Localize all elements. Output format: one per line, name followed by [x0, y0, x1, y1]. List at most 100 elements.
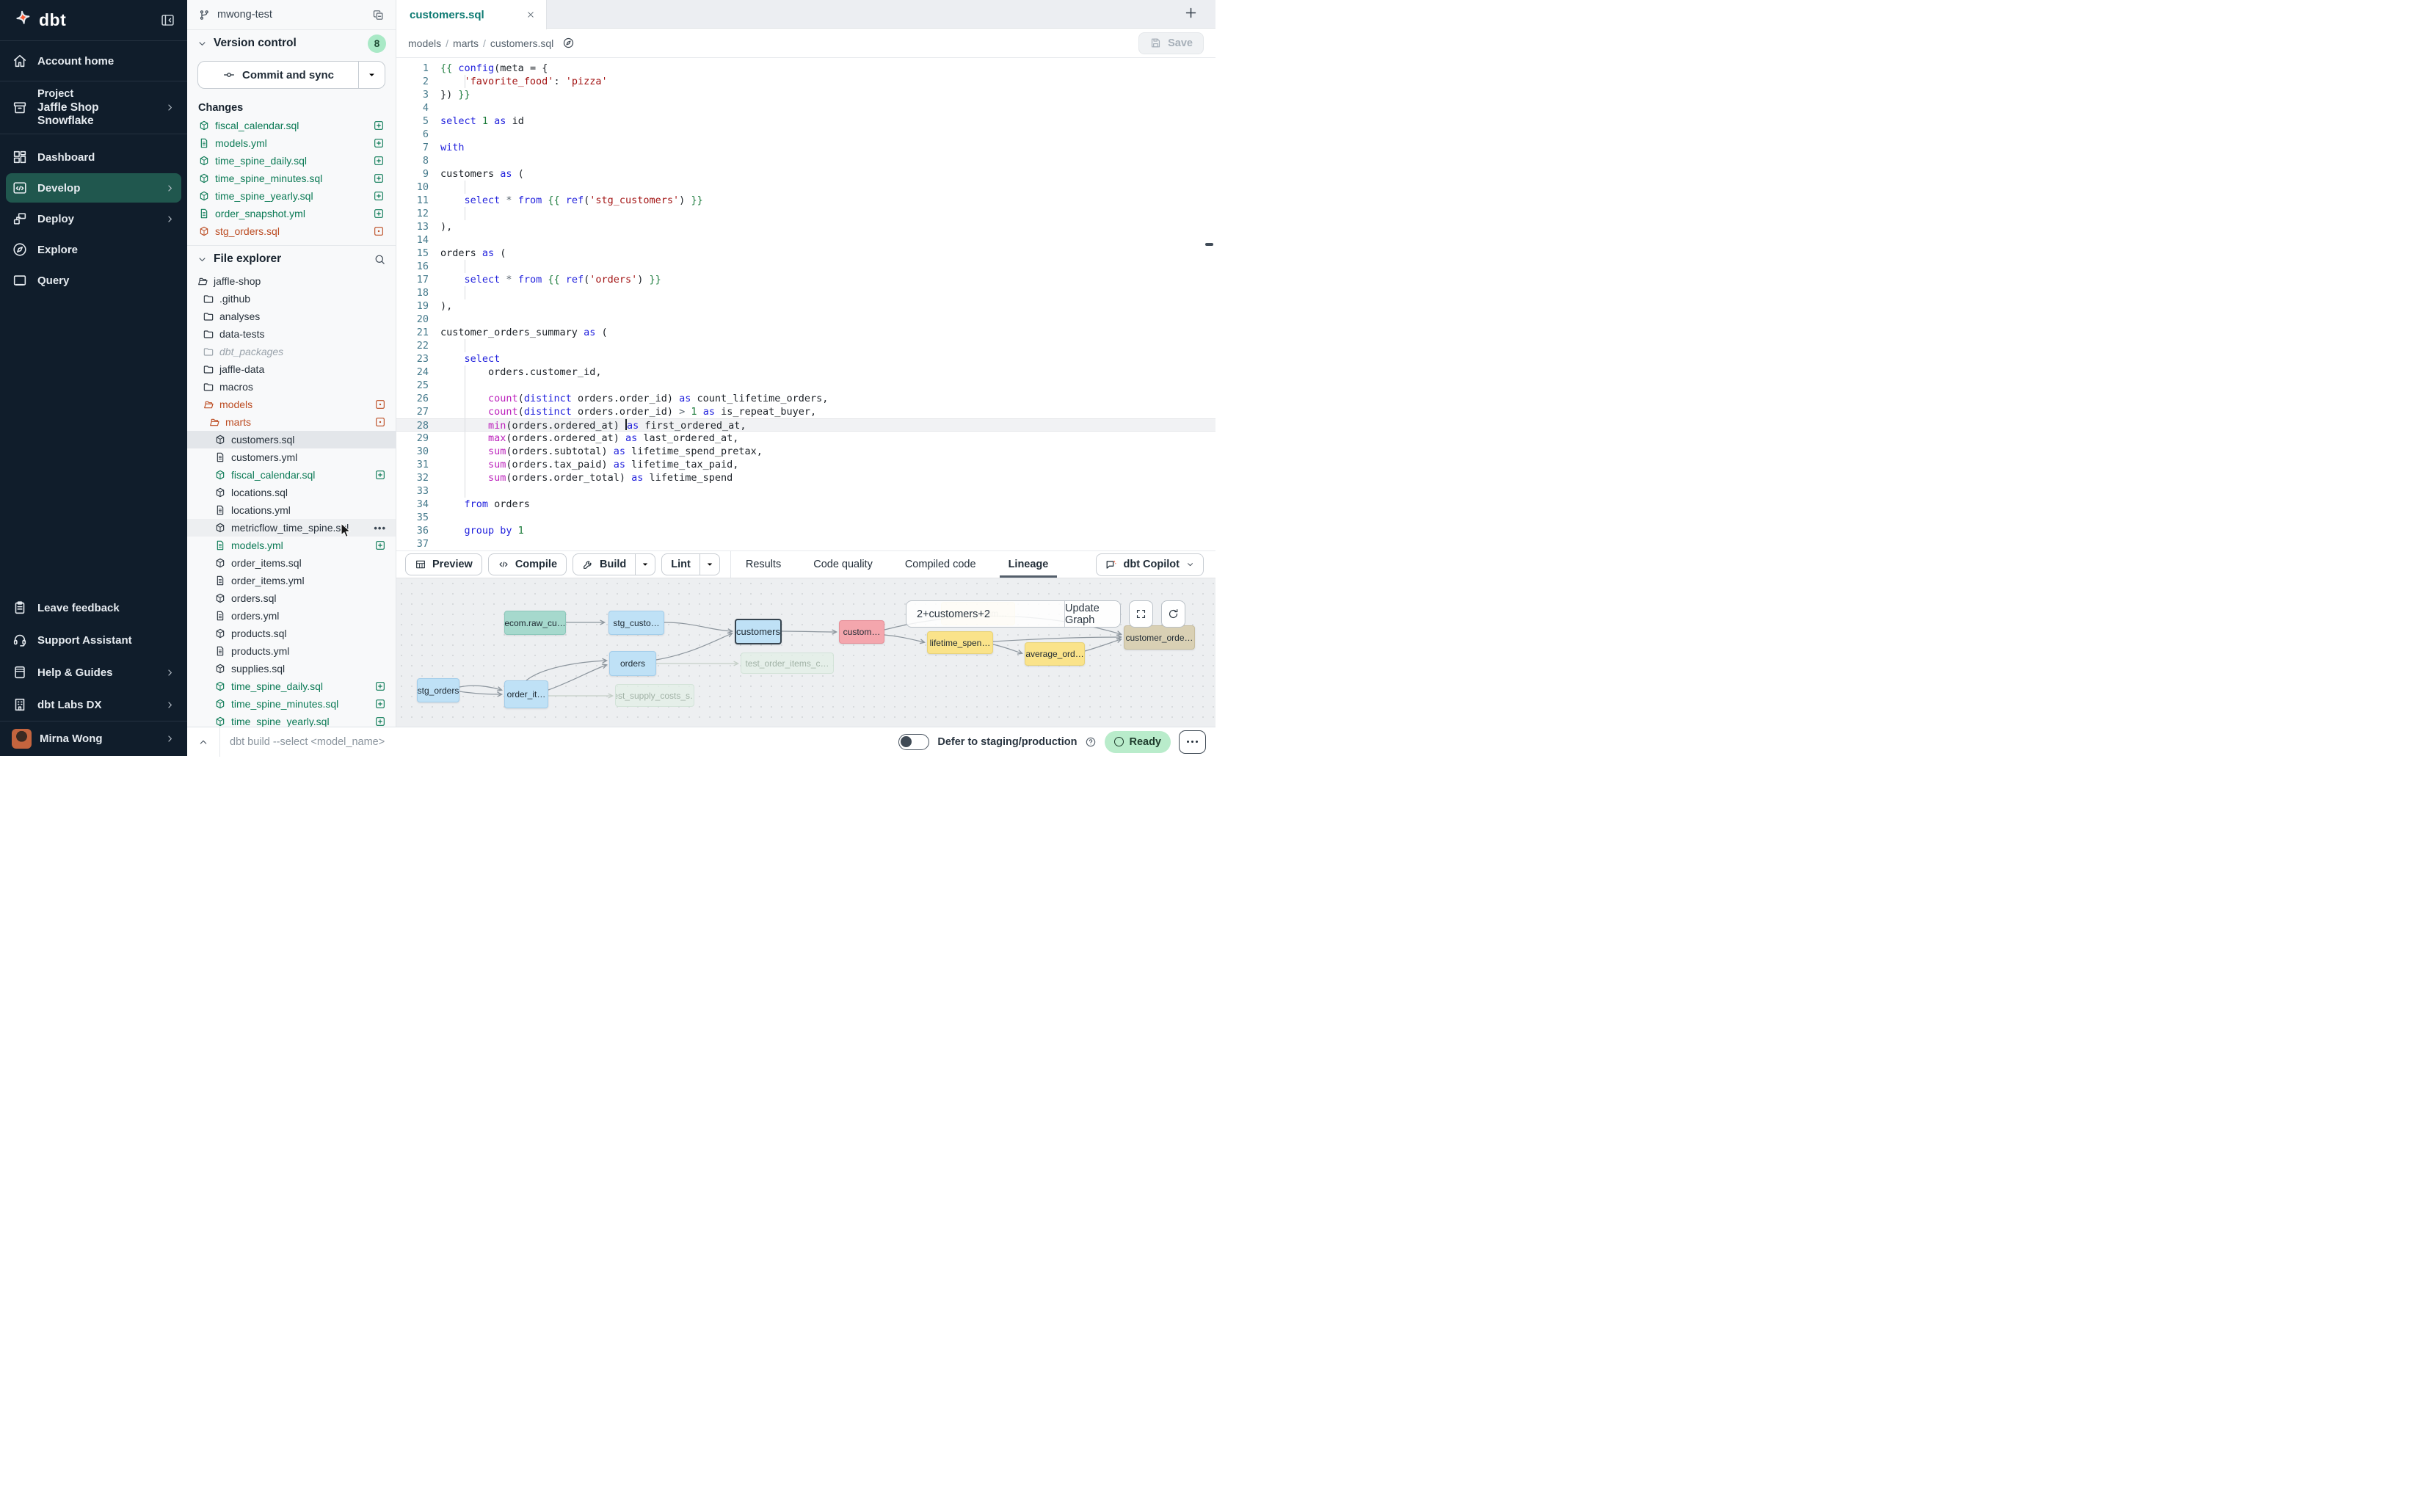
dbt-copilot-button[interactable]: dbt Copilot: [1096, 553, 1204, 576]
plus-square-icon[interactable]: [373, 120, 385, 131]
dot-square-icon[interactable]: [374, 399, 386, 410]
lineage-node-average-ord-[interactable]: average_ord…: [1025, 642, 1085, 666]
sidebar-item-help-guides[interactable]: Help & Guides: [0, 656, 187, 688]
tree-item--github[interactable]: .github: [187, 290, 396, 308]
tree-item-jaffle-shop[interactable]: jaffle-shop: [187, 272, 396, 290]
tree-item-products-sql[interactable]: products.sql: [187, 625, 396, 642]
dot-square-icon[interactable]: [374, 416, 386, 428]
chevron-up-icon[interactable]: [187, 736, 219, 748]
save-button[interactable]: Save: [1138, 32, 1204, 54]
sidebar-collapse-icon[interactable]: [160, 12, 175, 28]
code-editor[interactable]: 1{{ config(meta = {2 'favorite_food': 'p…: [396, 58, 1216, 550]
help-question-icon[interactable]: [1085, 736, 1097, 748]
tab-compiled-code[interactable]: Compiled code: [905, 551, 976, 578]
change-item[interactable]: fiscal_calendar.sql: [187, 117, 396, 134]
tree-item-metricflow-time-spine-sql[interactable]: metricflow_time_spine.sql•••: [187, 519, 396, 537]
tree-item-orders-sql[interactable]: orders.sql: [187, 589, 396, 607]
tab-code-quality[interactable]: Code quality: [813, 551, 873, 578]
lineage-node-order-it-[interactable]: order_it…: [504, 680, 548, 708]
update-graph-button[interactable]: Update Graph: [1064, 601, 1120, 627]
tree-item-macros[interactable]: macros: [187, 378, 396, 396]
file-explorer-header[interactable]: File explorer: [187, 246, 396, 272]
compile-button[interactable]: Compile: [488, 553, 567, 575]
build-options-caret[interactable]: [635, 554, 655, 575]
tree-item-dbt-packages[interactable]: dbt_packages: [187, 343, 396, 360]
tree-item-products-yml[interactable]: products.yml: [187, 642, 396, 660]
plus-square-icon[interactable]: [374, 539, 386, 551]
lineage-node-ecom-raw-cu-[interactable]: ecom.raw_cu…: [504, 611, 566, 635]
tree-item-marts[interactable]: marts: [187, 413, 396, 431]
sidebar-item-deploy[interactable]: Deploy: [0, 204, 187, 233]
commit-and-sync-button[interactable]: Commit and sync: [197, 61, 385, 89]
plus-square-icon[interactable]: [373, 172, 385, 184]
plus-square-icon[interactable]: [373, 155, 385, 167]
tab-lineage[interactable]: Lineage: [1009, 551, 1049, 578]
sidebar-item-leave-feedback[interactable]: Leave feedback: [0, 592, 187, 624]
lineage-node-custom-[interactable]: custom…: [839, 620, 884, 644]
breadcrumb-part[interactable]: marts: [453, 37, 479, 49]
change-item[interactable]: time_spine_daily.sql: [187, 152, 396, 170]
new-tab-button[interactable]: [1184, 6, 1198, 20]
tree-item-customers-sql[interactable]: customers.sql: [187, 431, 396, 448]
breadcrumb-part[interactable]: customers.sql: [490, 37, 553, 49]
tree-item-jaffle-data[interactable]: jaffle-data: [187, 360, 396, 378]
breadcrumb-part[interactable]: models: [408, 37, 441, 49]
version-control-header[interactable]: Version control 8: [187, 30, 396, 57]
tree-item-supplies-sql[interactable]: supplies.sql: [187, 660, 396, 677]
tree-item-data-tests[interactable]: data-tests: [187, 325, 396, 343]
change-item[interactable]: time_spine_yearly.sql: [187, 187, 396, 205]
lineage-node-orders[interactable]: orders: [609, 651, 656, 676]
search-icon[interactable]: [374, 253, 386, 266]
defer-toggle[interactable]: [898, 734, 929, 750]
sidebar-item-account-home[interactable]: Account home: [0, 41, 187, 81]
lineage-search-input[interactable]: [906, 601, 1064, 627]
more-options-button[interactable]: [1179, 730, 1206, 754]
lineage-node-customers[interactable]: customers: [735, 619, 782, 644]
lineage-canvas[interactable]: count_lifetim…ecom.raw_cu…stg_custo…cust…: [396, 578, 1216, 727]
lineage-node-stg-custo-[interactable]: stg_custo…: [608, 611, 664, 635]
lineage-node-stg-orders[interactable]: stg_orders: [417, 678, 459, 702]
plus-square-icon[interactable]: [374, 716, 386, 727]
tree-item-time-spine-daily-sql[interactable]: time_spine_daily.sql: [187, 677, 396, 695]
change-item[interactable]: order_snapshot.yml: [187, 205, 396, 222]
tab-customers-sql[interactable]: customers.sql: [396, 0, 547, 29]
lint-button[interactable]: Lint: [661, 553, 720, 575]
sidebar-item-project[interactable]: Project Jaffle Shop Snowflake: [0, 81, 187, 134]
plus-square-icon[interactable]: [373, 190, 385, 202]
dot-square-icon[interactable]: [373, 225, 385, 237]
plus-square-icon[interactable]: [374, 680, 386, 692]
plus-square-icon[interactable]: [373, 208, 385, 219]
sidebar-item-dbt-labs-dx[interactable]: dbt Labs DX: [0, 688, 187, 721]
tree-item-time-spine-yearly-sql[interactable]: time_spine_yearly.sql: [187, 713, 396, 727]
tree-item-models[interactable]: models: [187, 396, 396, 413]
change-item[interactable]: models.yml: [187, 134, 396, 152]
tree-item-fiscal-calendar-sql[interactable]: fiscal_calendar.sql: [187, 466, 396, 484]
fullscreen-icon[interactable]: [1129, 600, 1153, 628]
tree-item-order-items-yml[interactable]: order_items.yml: [187, 572, 396, 589]
plus-square-icon[interactable]: [374, 698, 386, 710]
close-icon[interactable]: [526, 10, 536, 20]
sidebar-item-explore[interactable]: Explore: [0, 235, 187, 264]
tree-item-customers-yml[interactable]: customers.yml: [187, 448, 396, 466]
tree-item-locations-sql[interactable]: locations.sql: [187, 484, 396, 501]
preview-button[interactable]: Preview: [405, 553, 482, 575]
refresh-icon[interactable]: [1161, 600, 1185, 628]
plus-square-icon[interactable]: [374, 469, 386, 481]
plus-square-icon[interactable]: [373, 137, 385, 149]
tree-item-time-spine-minutes-sql[interactable]: time_spine_minutes.sql: [187, 695, 396, 713]
lineage-node-customer-orde-[interactable]: customer_orde…: [1124, 625, 1195, 650]
lint-options-caret[interactable]: [699, 554, 719, 575]
sidebar-item-support-assistant[interactable]: Support Assistant: [0, 624, 187, 656]
sidebar-item-dashboard[interactable]: Dashboard: [0, 142, 187, 172]
lineage-node-lifetime-spen-[interactable]: lifetime_spen…: [927, 631, 993, 654]
user-menu[interactable]: Mirna Wong: [0, 721, 187, 756]
tree-item-order-items-sql[interactable]: order_items.sql: [187, 554, 396, 572]
dbt-command-input[interactable]: [220, 736, 898, 748]
sidebar-item-develop[interactable]: Develop: [6, 173, 181, 203]
tree-item-models-yml[interactable]: models.yml: [187, 537, 396, 554]
tree-item-analyses[interactable]: analyses: [187, 308, 396, 325]
build-button[interactable]: Build: [573, 553, 655, 575]
tab-results[interactable]: Results: [746, 551, 781, 578]
commit-options-caret[interactable]: [358, 62, 385, 88]
copy-icon[interactable]: [372, 9, 385, 21]
